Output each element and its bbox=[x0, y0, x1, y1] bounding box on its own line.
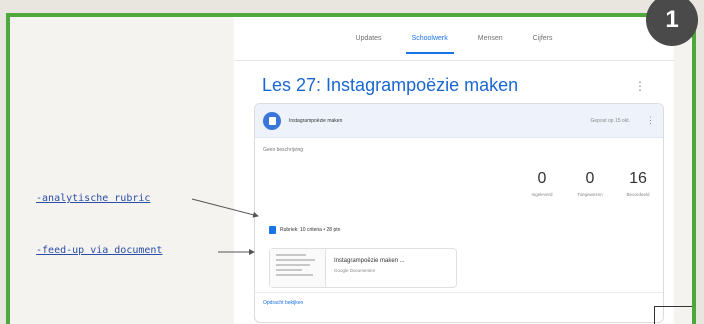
corner-box bbox=[654, 306, 692, 324]
arrow-to-rubric bbox=[191, 198, 259, 218]
screenshot-frame: Updates Schoolwerk Mensen Cijfers Les 27… bbox=[6, 13, 696, 324]
annotation-arrows bbox=[191, 198, 259, 255]
